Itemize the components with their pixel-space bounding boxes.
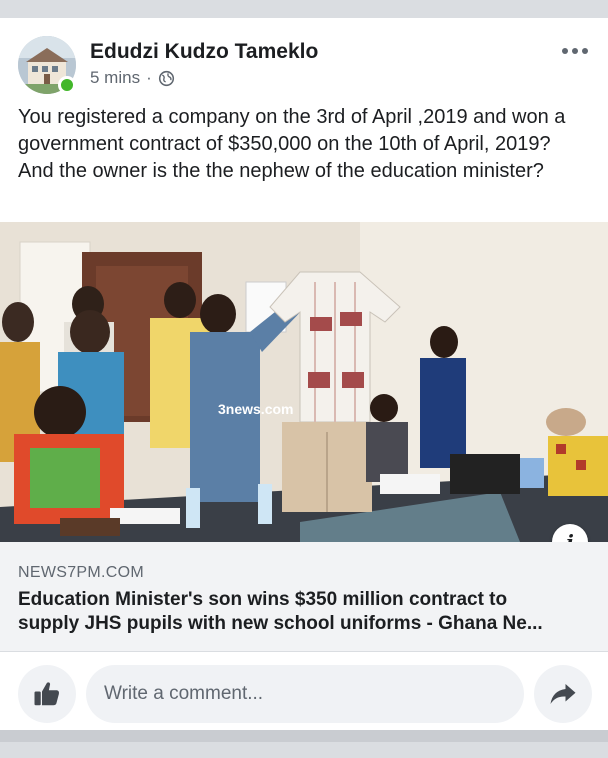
online-status-indicator — [58, 76, 76, 94]
post-text: You registered a company on the 3rd of A… — [18, 106, 566, 182]
link-title-line-2: supply JHS pupils with new school unifor… — [18, 613, 543, 634]
photo-watermark: 3news.com — [218, 401, 293, 417]
post-meta: 5 mins · — [90, 68, 175, 88]
meta-separator: · — [146, 68, 152, 87]
link-preview-card[interactable]: NEWS7PM.COM Education Minister's son win… — [0, 542, 608, 652]
thumbs-up-icon — [34, 682, 59, 706]
share-button[interactable] — [534, 665, 592, 723]
globe-icon — [158, 70, 174, 86]
like-button[interactable] — [18, 665, 76, 723]
top-divider — [0, 0, 608, 18]
post-timestamp[interactable]: 5 mins — [90, 68, 140, 88]
shared-link-image[interactable]: 3news.com — [0, 222, 608, 542]
link-domain: NEWS7PM.COM — [18, 564, 144, 581]
post-header: Edudzi Kudzo Tameklo 5 mins · — [0, 18, 608, 98]
link-title[interactable]: Education Minister's son wins $350 milli… — [18, 588, 593, 636]
link-title-line-1: Education Minister's son wins $350 milli… — [18, 589, 508, 610]
comment-input[interactable]: Write a comment... — [86, 665, 524, 723]
share-arrow-icon — [550, 684, 576, 704]
bottom-divider — [0, 730, 608, 758]
author-name[interactable]: Edudzi Kudzo Tameklo — [90, 40, 318, 64]
comment-bar: Write a comment... — [0, 652, 608, 730]
bottom-divider-band — [0, 730, 608, 742]
more-options-icon[interactable] — [562, 44, 590, 58]
